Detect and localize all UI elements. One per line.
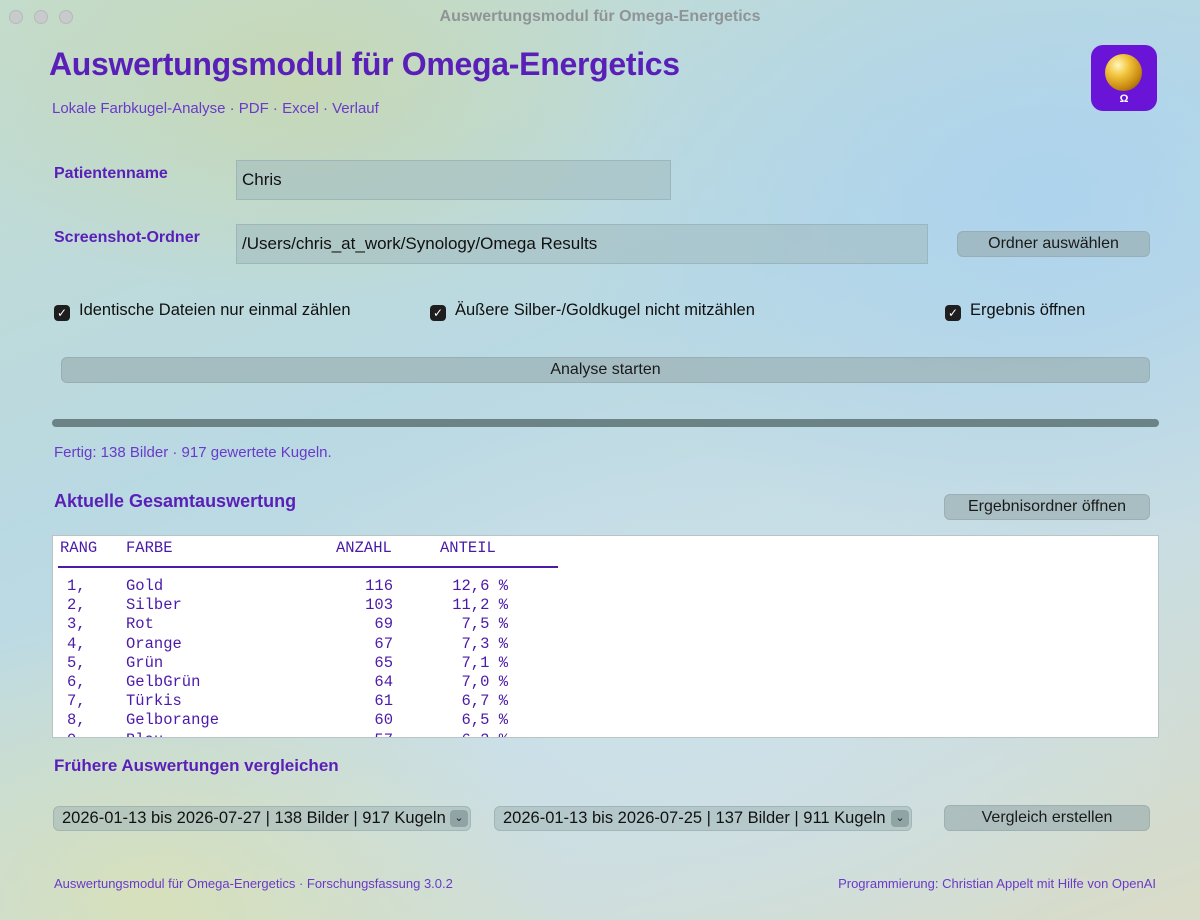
screenshot-folder-input[interactable]: [236, 224, 928, 264]
color-cell: Silber: [126, 596, 182, 615]
color-cell: Gold: [126, 577, 164, 595]
progress-bar: [52, 419, 1159, 427]
share-cell: 7,0 %: [461, 673, 508, 691]
share-cell: 7,5 %: [461, 615, 508, 634]
option-identical-files-label: Identische Dateien nur einmal zählen: [79, 301, 351, 319]
option-open-result-label: Ergebnis öffnen: [970, 301, 1086, 319]
column-header-color: FARBE: [126, 539, 173, 557]
compare-select-b[interactable]: 2026-01-13 bis 2026-07-25 | 137 Bilder |…: [494, 806, 912, 831]
results-heading: Aktuelle Gesamtauswertung: [54, 491, 297, 511]
footer-credits: Programmierung: Christian Appelt mit Hil…: [838, 876, 1156, 891]
status-text: Fertig: 138 Bilder · 917 gewertete Kugel…: [54, 444, 332, 461]
share-cell: 7,1 %: [461, 653, 508, 672]
screenshot-folder-label: Screenshot-Ordner: [54, 229, 200, 246]
count-cell: 69: [374, 615, 393, 634]
title-bar: Auswertungsmodul für Omega-Energetics: [0, 0, 1200, 34]
window-title: Auswertungsmodul für Omega-Energetics: [439, 8, 761, 25]
count-cell: 103: [365, 596, 393, 615]
checkbox-checked-icon[interactable]: ✓: [54, 305, 70, 321]
share-cell: 6,7 %: [461, 692, 508, 711]
rank-cell: 7,: [67, 692, 86, 711]
create-comparison-button[interactable]: Vergleich erstellen: [944, 805, 1150, 831]
color-cell: Gelborange: [126, 711, 220, 730]
compare-select-a-value: 2026-01-13 bis 2026-07-27 | 138 Bilder |…: [62, 809, 446, 827]
color-cell: Orange: [126, 634, 182, 653]
omega-symbol: Ω: [1119, 93, 1129, 105]
share-cell: 6,2 %: [433, 731, 508, 737]
rank-cell: 6,: [67, 673, 86, 691]
open-results-folder-button[interactable]: Ergebnisordner öffnen: [944, 494, 1150, 520]
count-cell: 61: [374, 692, 393, 711]
count-cell: 64: [374, 673, 393, 691]
column-header-rank: RANG: [60, 539, 98, 557]
patient-name-input[interactable]: [236, 160, 671, 200]
rank-cell: 9,: [67, 731, 86, 737]
compare-select-b-value: 2026-01-13 bis 2026-07-25 | 137 Bilder |…: [503, 809, 886, 827]
app-logo: Ω: [1091, 45, 1157, 111]
share-cell: 6,5 %: [461, 711, 508, 730]
header-divider: [58, 566, 558, 568]
choose-folder-button[interactable]: Ordner auswählen: [957, 231, 1150, 257]
color-cell: Blau: [126, 731, 163, 737]
option-outer-orb-label: Äußere Silber-/Goldkugel nicht mitzählen: [455, 301, 755, 319]
compare-select-a[interactable]: 2026-01-13 bis 2026-07-27 | 138 Bilder |…: [53, 806, 471, 831]
checkbox-checked-icon[interactable]: ✓: [430, 305, 446, 321]
share-cell: 12,6 %: [452, 577, 508, 595]
option-open-result[interactable]: ✓ Ergebnis öffnen: [945, 301, 1085, 321]
color-cell: Türkis: [126, 692, 182, 711]
color-cell: GelbGrün: [126, 673, 201, 691]
golden-orb-icon: [1105, 54, 1142, 91]
rank-cell: 1,: [67, 577, 86, 595]
option-outer-orb[interactable]: ✓ Äußere Silber-/Goldkugel nicht mitzähle…: [430, 301, 755, 321]
rank-cell: 8,: [67, 711, 86, 730]
count-cell: 60: [374, 711, 393, 730]
option-identical-files[interactable]: ✓ Identische Dateien nur einmal zählen: [54, 301, 351, 321]
footer-version: Auswertungsmodul für Omega-Energetics · …: [54, 876, 453, 891]
rank-cell: 3,: [67, 615, 86, 634]
column-header-share: ANTEIL: [440, 539, 496, 557]
start-analysis-button[interactable]: Analyse starten: [61, 357, 1150, 383]
rank-cell: 5,: [67, 653, 86, 672]
rank-cell: 4,: [67, 634, 86, 653]
results-table[interactable]: RANG FARBE ANZAHL ANTEIL 1, Gold 116 12,6 %…: [52, 535, 1159, 738]
compare-heading: Frühere Auswertungen vergleichen: [54, 756, 339, 775]
chevron-down-icon[interactable]: ⌄: [891, 810, 909, 827]
column-header-count: ANZAHL: [336, 539, 392, 557]
color-cell: Grün: [126, 653, 164, 672]
patient-name-label: Patientenname: [54, 165, 168, 182]
count-cell: 67: [374, 634, 393, 653]
count-cell: 57: [313, 731, 393, 737]
share-cell: 7,3 %: [461, 634, 508, 653]
app-subtitle: Lokale Farbkugel-Analyse · PDF · Excel ·…: [52, 100, 379, 117]
share-cell: 11,2 %: [452, 596, 508, 615]
app-title: Auswertungsmodul für Omega-Energetics: [49, 46, 680, 82]
chevron-down-icon[interactable]: ⌄: [450, 810, 468, 827]
rank-cell: 2,: [67, 596, 86, 615]
checkbox-checked-icon[interactable]: ✓: [945, 305, 961, 321]
count-cell: 65: [374, 653, 393, 672]
color-cell: Rot: [126, 615, 154, 634]
count-cell: 116: [365, 577, 393, 595]
